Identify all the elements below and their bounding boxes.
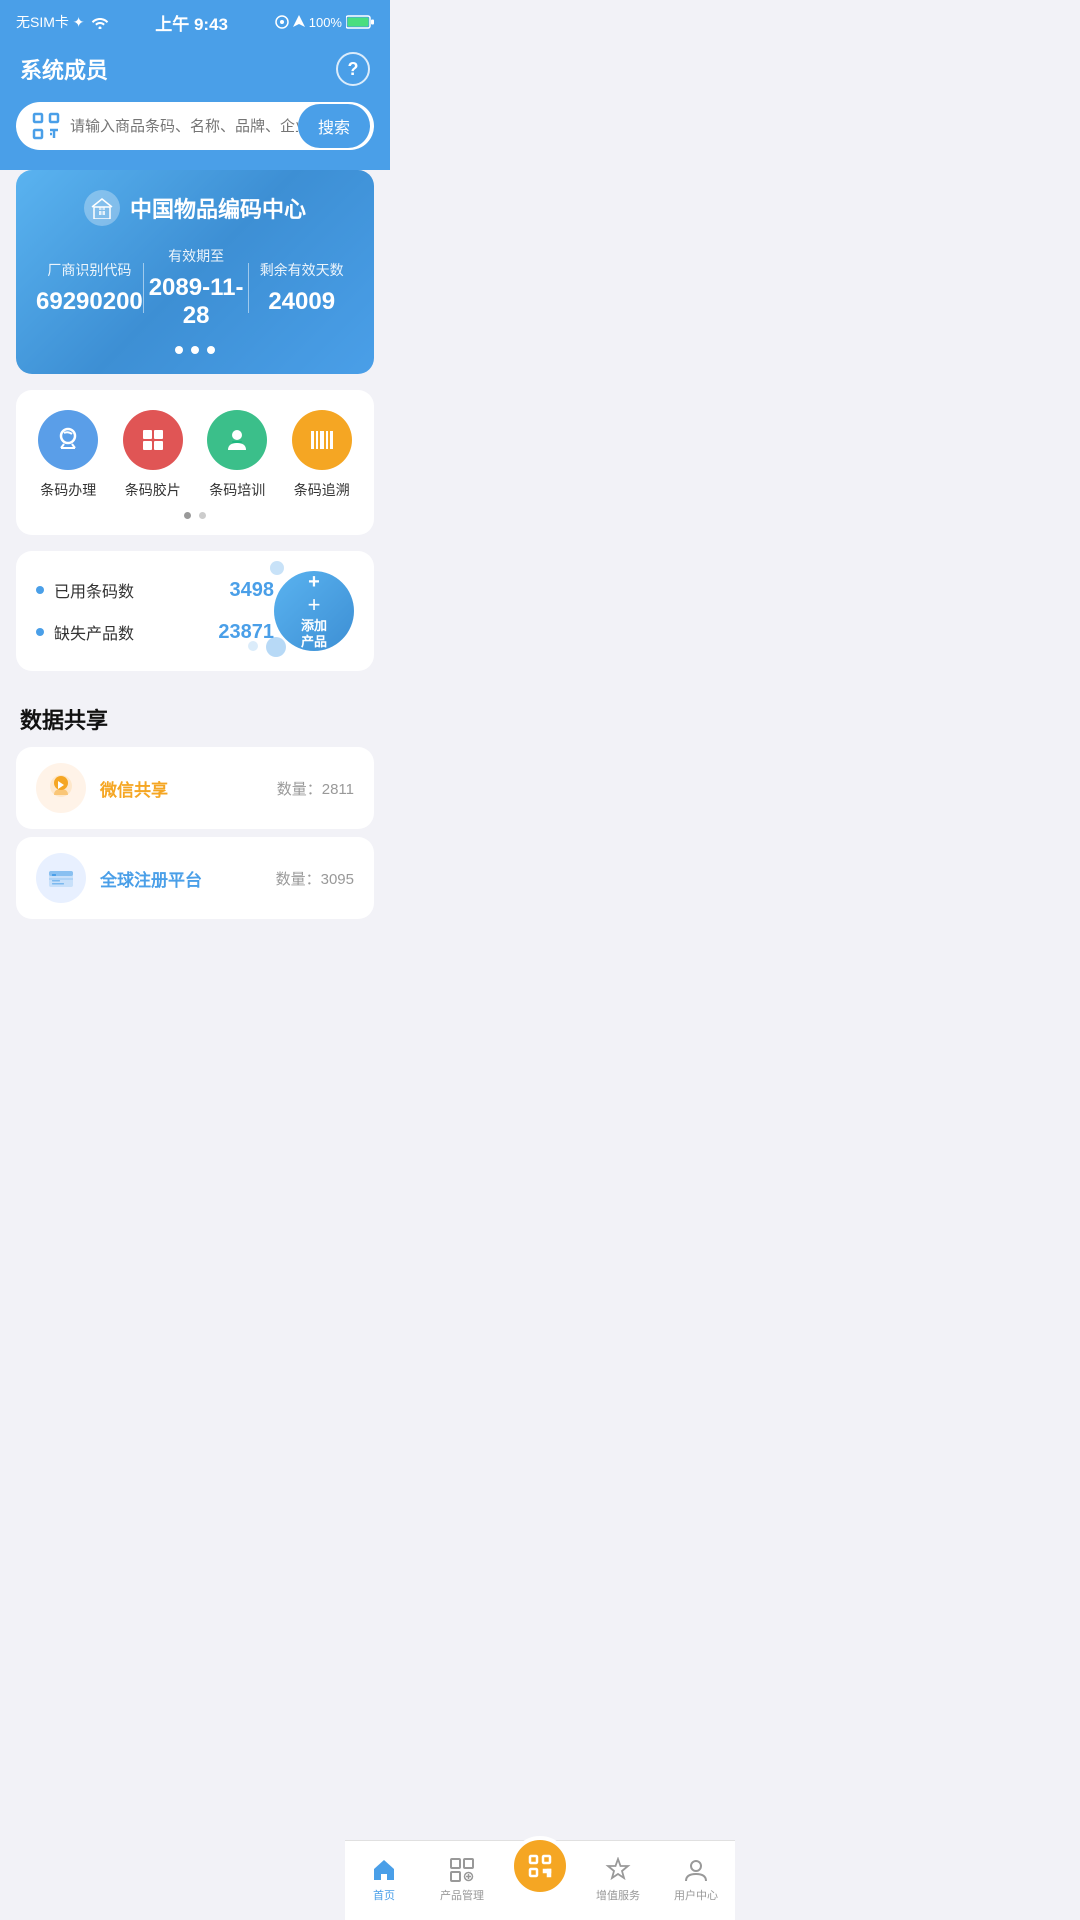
dot-2 [191, 346, 199, 354]
tab-user[interactable]: 用户中心 [657, 1849, 735, 1903]
missing-product-value: 23871 [218, 621, 274, 644]
wechat-share-icon [46, 773, 76, 803]
navigation-icon [293, 15, 305, 29]
banner-dots [36, 346, 354, 354]
scan-circle-button[interactable] [510, 1836, 570, 1896]
stat-vendor-label: 厂商识别代码 [36, 260, 143, 280]
global-registry-name: 全球注册平台 [100, 866, 262, 891]
stat-expiry-label: 有效期至 [144, 246, 249, 266]
wechat-icon-wrap [36, 763, 86, 813]
menu-label-barcode-film: 条码胶片 [125, 480, 181, 500]
tab-services-label: 增值服务 [596, 1887, 640, 1903]
tab-products-label: 产品管理 [440, 1887, 484, 1903]
user-icon [683, 1857, 709, 1883]
products-icon [449, 1857, 475, 1883]
barcode-training-icon [207, 410, 267, 470]
stats-list: 已用条码数 3498 缺失产品数 23871 [36, 578, 274, 644]
tab-home-label: 首页 [373, 1887, 395, 1903]
menu-grid: 条码办理 条码胶片 [26, 410, 364, 500]
wechat-share-info: 微信共享 [100, 776, 263, 801]
wechat-share-count: 数量：2811 [277, 778, 354, 799]
wechat-share-card[interactable]: 微信共享 数量：2811 [16, 747, 374, 829]
menu-item-barcode-apply[interactable]: 条码办理 [38, 410, 98, 500]
tab-bar: 首页 产品管理 增值服务 [345, 1840, 735, 1920]
menu-item-barcode-film[interactable]: 条码胶片 [123, 410, 183, 500]
tab-home[interactable]: 首页 [345, 1849, 423, 1903]
dot-1 [175, 346, 183, 354]
global-registry-card[interactable]: 全球注册平台 数量：3095 [16, 837, 374, 919]
building-icon [91, 197, 113, 219]
status-bar: 无SIM卡 ✦ 上午 9:43 100% [0, 0, 390, 44]
menu-label-barcode-training: 条码培训 [209, 480, 265, 500]
menu-label-barcode-apply: 条码办理 [40, 480, 96, 500]
tab-services[interactable]: 增值服务 [579, 1849, 657, 1903]
deco-circle-1 [270, 561, 284, 575]
search-button[interactable]: 搜索 [298, 104, 370, 148]
wifi-icon [91, 15, 109, 29]
stat-vendor-code: 厂商识别代码 69290200 [36, 260, 143, 316]
tab-scan[interactable] [501, 1856, 579, 1896]
sim-status: 无SIM卡 ✦ [16, 12, 85, 32]
datashare-section-title: 数据共享 [0, 687, 390, 747]
barcode-apply-icon [38, 410, 98, 470]
stat-expiry: 有效期至 2089-11-28 [144, 246, 249, 330]
bullet-used [36, 586, 44, 594]
battery-percent: 100% [309, 15, 342, 30]
status-time: 上午 9:43 [155, 10, 228, 35]
menu-dot-1 [184, 512, 191, 519]
tab-user-label: 用户中心 [674, 1887, 718, 1903]
org-logo [84, 190, 120, 226]
header: 系统成员 ? [0, 44, 390, 102]
stats-card: 已用条码数 3498 缺失产品数 23871 + 添加产品 [16, 551, 374, 671]
help-button[interactable]: ? [336, 52, 370, 86]
banner-stats: 厂商识别代码 69290200 有效期至 2089-11-28 剩余有效天数 2… [36, 246, 354, 330]
banner-header: 中国物品编码中心 [36, 190, 354, 226]
global-registry-info: 全球注册平台 [100, 866, 262, 891]
search-input[interactable] [70, 118, 298, 135]
search-container: 搜索 [0, 102, 390, 170]
bullet-missing [36, 628, 44, 636]
battery-icon [346, 15, 374, 29]
status-left: 无SIM卡 ✦ [16, 12, 109, 32]
wechat-share-name: 微信共享 [100, 776, 263, 801]
deco-circle-3 [248, 641, 258, 651]
global-registry-count: 数量：3095 [276, 868, 354, 889]
add-icon: + [308, 594, 321, 616]
stat-vendor-value: 69290200 [36, 288, 143, 316]
missing-product-row: 缺失产品数 23871 [36, 620, 274, 644]
menu-item-barcode-trace[interactable]: 条码追溯 [292, 410, 352, 500]
tab-products[interactable]: 产品管理 [423, 1849, 501, 1903]
used-barcode-value: 3498 [230, 579, 275, 602]
barcode-trace-icon [292, 410, 352, 470]
location-icon [275, 15, 289, 29]
global-registry-icon [46, 863, 76, 893]
used-barcode-label: 已用条码数 [54, 578, 220, 602]
stat-remaining-value: 24009 [249, 288, 354, 316]
global-icon-wrap [36, 853, 86, 903]
banner-org-name: 中国物品编码中心 [130, 192, 306, 224]
add-product-button[interactable]: + 添加产品 [274, 571, 354, 651]
menu-dot-2 [199, 512, 206, 519]
stat-expiry-value: 2089-11-28 [144, 274, 249, 330]
missing-product-label: 缺失产品数 [54, 620, 208, 644]
home-icon [371, 1857, 397, 1883]
menu-item-barcode-training[interactable]: 条码培训 [207, 410, 267, 500]
menu-label-barcode-trace: 条码追溯 [294, 480, 350, 500]
barcode-scan-icon[interactable] [30, 110, 62, 142]
stat-remaining-days: 剩余有效天数 24009 [249, 260, 354, 316]
search-bar: 搜索 [16, 102, 374, 150]
barcode-film-icon [123, 410, 183, 470]
banner-card: 中国物品编码中心 厂商识别代码 69290200 有效期至 2089-11-28… [16, 170, 374, 374]
quick-menu: 条码办理 条码胶片 [16, 390, 374, 535]
used-barcode-row: 已用条码数 3498 [36, 578, 274, 602]
services-icon [605, 1857, 631, 1883]
stat-remaining-label: 剩余有效天数 [249, 260, 354, 280]
page-title: 系统成员 [20, 53, 108, 85]
menu-dots [26, 512, 364, 519]
dot-3 [207, 346, 215, 354]
scan-icon [526, 1852, 554, 1880]
deco-circle-2 [266, 637, 286, 657]
status-right: 100% [275, 15, 374, 30]
add-product-label: 添加产品 [301, 618, 327, 649]
